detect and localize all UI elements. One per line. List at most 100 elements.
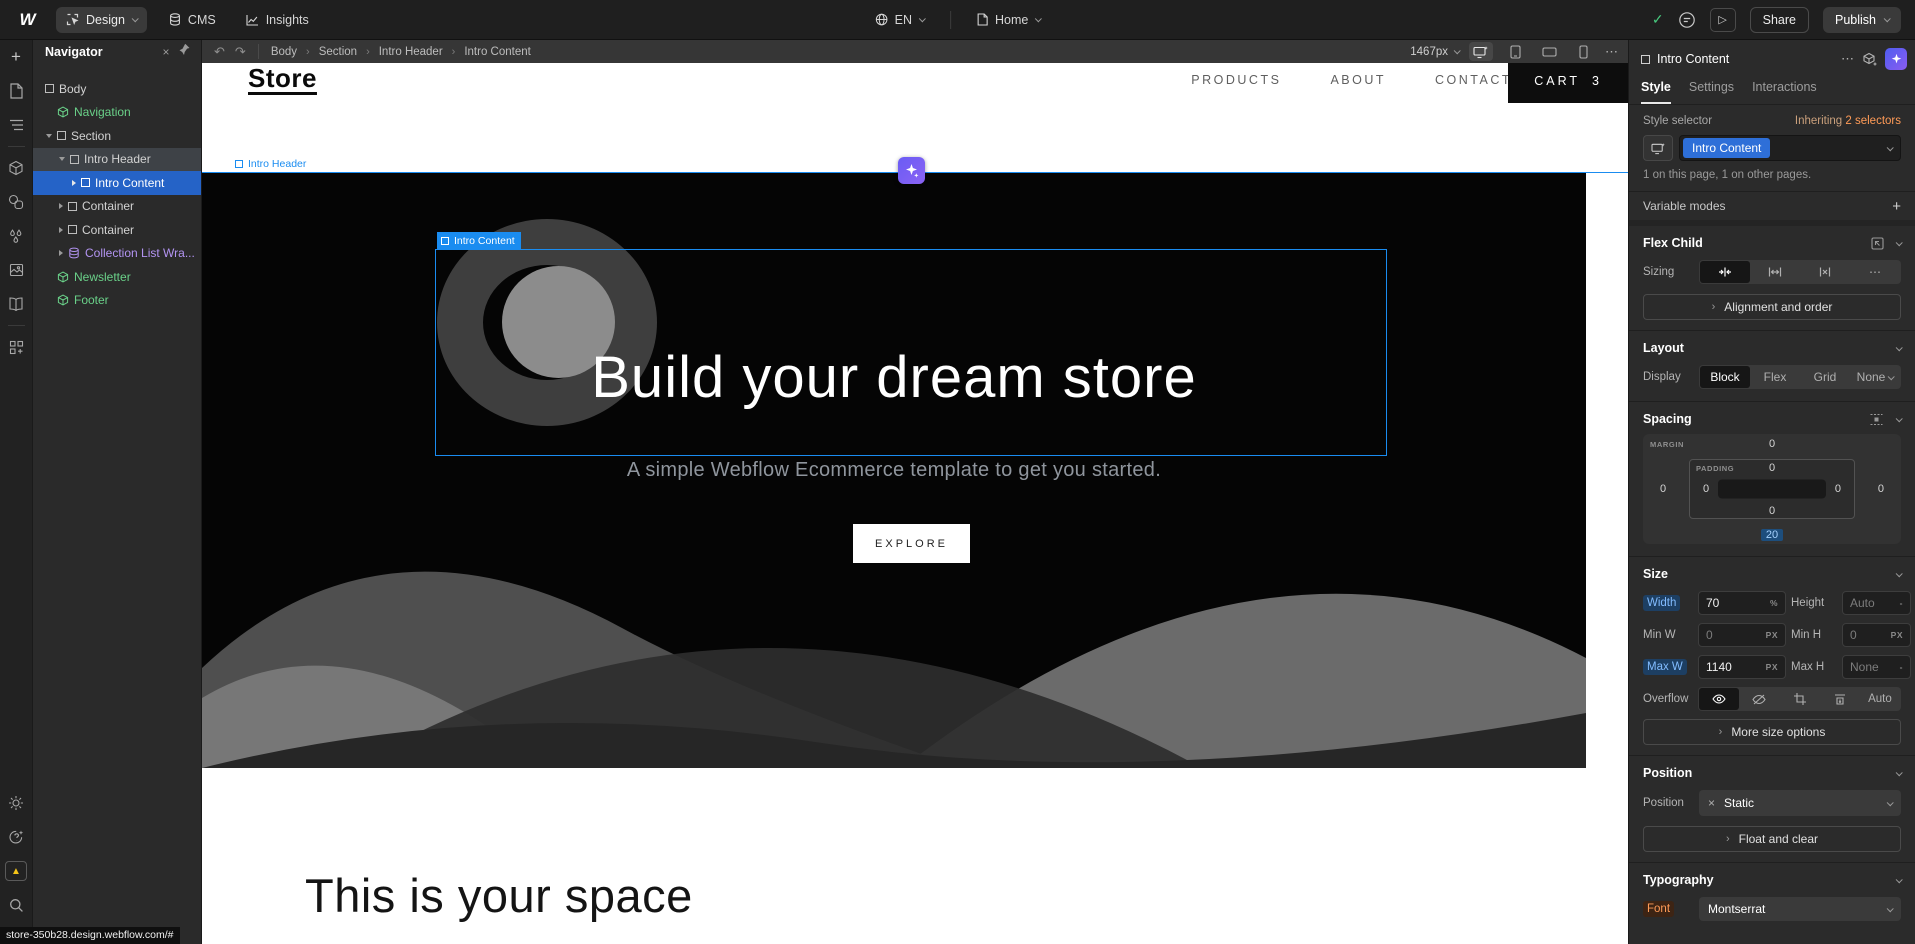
tree-item-container[interactable]: Container: [33, 218, 201, 242]
breadcrumb-intro-header[interactable]: Intro Header: [379, 46, 443, 58]
breadcrumb-section[interactable]: Section: [319, 46, 357, 58]
size-section-header[interactable]: Size: [1629, 557, 1915, 587]
element-settings-icon[interactable]: ⋯: [1841, 51, 1855, 67]
width-unit[interactable]: %: [1770, 598, 1778, 608]
tree-item-newsletter[interactable]: Newsletter: [33, 265, 201, 289]
nav-link-products[interactable]: PRODUCTS: [1191, 73, 1281, 87]
font-dropdown[interactable]: Montserrat: [1699, 897, 1901, 921]
chevron-down-icon[interactable]: [1896, 876, 1903, 883]
flex-child-section-header[interactable]: Flex Child: [1629, 226, 1915, 256]
close-icon[interactable]: ×: [157, 45, 175, 59]
intro-content-selection-badge[interactable]: Intro Content: [437, 232, 521, 249]
apps-button[interactable]: [0, 330, 33, 364]
position-dropdown[interactable]: × Static: [1699, 790, 1901, 816]
styles-button[interactable]: [0, 185, 33, 219]
display-none-option[interactable]: None: [1850, 366, 1900, 388]
sizing-more-option[interactable]: ⋯: [1850, 261, 1900, 283]
spacing-section-header[interactable]: Spacing: [1629, 402, 1915, 432]
height-input[interactable]: Auto-: [1842, 591, 1911, 615]
design-mode-menu[interactable]: Design: [56, 7, 147, 33]
help-button[interactable]: [0, 820, 33, 854]
width-input[interactable]: 70%: [1698, 591, 1786, 615]
spacing-widget[interactable]: MARGIN 0 0 0 20 PADDING 0 0 0 0: [1643, 434, 1901, 544]
intro-header-selection-badge[interactable]: Intro Header: [235, 155, 306, 172]
margin-right-value[interactable]: 0: [1878, 483, 1884, 495]
ai-assistant-button[interactable]: [1885, 48, 1907, 70]
tab-interactions[interactable]: Interactions: [1752, 80, 1817, 104]
min-height-input[interactable]: 0PX: [1842, 623, 1911, 647]
padding-left-value[interactable]: 0: [1703, 483, 1709, 495]
more-breakpoints-icon[interactable]: ⋯: [1605, 44, 1618, 60]
margin-top-value[interactable]: 0: [1643, 438, 1901, 450]
comments-icon[interactable]: [1678, 11, 1696, 29]
min-width-unit[interactable]: PX: [1766, 630, 1778, 640]
min-height-unit[interactable]: PX: [1891, 630, 1903, 640]
chevron-down-icon[interactable]: [46, 134, 52, 138]
max-width-unit[interactable]: PX: [1766, 662, 1778, 672]
navigator-button[interactable]: [0, 108, 33, 142]
float-and-clear-button[interactable]: › Float and clear: [1643, 826, 1901, 852]
inherit-arrow-icon[interactable]: [1871, 237, 1884, 250]
overflow-scroll-option[interactable]: [1779, 688, 1819, 710]
tree-item-footer[interactable]: Footer: [33, 289, 201, 313]
typography-section-header[interactable]: Typography: [1629, 863, 1915, 893]
explore-button[interactable]: EXPLORE: [853, 524, 970, 563]
sizing-shrink-option[interactable]: [1700, 261, 1750, 283]
pin-icon[interactable]: [175, 44, 193, 59]
layout-section-header[interactable]: Layout: [1629, 331, 1915, 361]
hero-subtitle[interactable]: A simple Webflow Ecommerce template to g…: [202, 459, 1586, 482]
insights-button[interactable]: Insights: [238, 7, 317, 33]
display-block-option[interactable]: Block: [1700, 366, 1750, 388]
inheriting-info[interactable]: Inheriting 2 selectors: [1795, 115, 1901, 127]
padding-right-value[interactable]: 0: [1835, 483, 1841, 495]
nav-link-about[interactable]: ABOUT: [1330, 73, 1386, 87]
add-elements-button[interactable]: +: [0, 40, 33, 74]
alignment-and-order-button[interactable]: › Alignment and order: [1643, 294, 1901, 320]
chevron-down-icon[interactable]: [1896, 344, 1903, 351]
tab-settings[interactable]: Settings: [1689, 80, 1734, 104]
libraries-button[interactable]: [0, 287, 33, 321]
overflow-auto-option[interactable]: Auto: [1860, 688, 1900, 710]
tree-item-container[interactable]: Container: [33, 195, 201, 219]
breakpoint-phone-portrait-button[interactable]: [1571, 42, 1595, 61]
chevron-right-icon[interactable]: [59, 227, 63, 233]
cms-button[interactable]: CMS: [161, 7, 224, 33]
ai-assistant-handle[interactable]: [898, 157, 925, 184]
overflow-auto-scroll-option[interactable]: [1820, 688, 1860, 710]
tree-item-body[interactable]: Body: [33, 77, 201, 101]
spacing-options-icon[interactable]: [1869, 413, 1884, 426]
chevron-down-icon[interactable]: [1896, 239, 1903, 246]
padding-top-value[interactable]: 0: [1690, 462, 1854, 474]
webflow-logo[interactable]: W: [12, 10, 42, 30]
cart-button[interactable]: CART 3: [1508, 63, 1628, 103]
display-grid-option[interactable]: Grid: [1800, 366, 1850, 388]
max-width-input[interactable]: 1140PX: [1698, 655, 1786, 679]
breadcrumb-body[interactable]: Body: [271, 46, 297, 58]
breakpoint-tablet-button[interactable]: [1503, 42, 1527, 61]
overflow-hidden-option[interactable]: [1739, 688, 1779, 710]
position-section-header[interactable]: Position: [1629, 756, 1915, 786]
padding-bottom-value[interactable]: 0: [1690, 505, 1854, 517]
breakpoint-phone-landscape-button[interactable]: [1537, 42, 1561, 61]
more-size-options-button[interactable]: › More size options: [1643, 719, 1901, 745]
settings-button[interactable]: [0, 786, 33, 820]
upgrade-button[interactable]: ▲: [0, 854, 33, 888]
display-flex-option[interactable]: Flex: [1750, 366, 1800, 388]
add-variable-mode-button[interactable]: +: [1892, 198, 1901, 215]
breakpoint-desktop-button[interactable]: [1469, 42, 1493, 61]
create-component-icon[interactable]: [1862, 51, 1878, 67]
locale-switcher[interactable]: EN: [867, 7, 932, 33]
sizing-none-option[interactable]: [1800, 261, 1850, 283]
zoom-search-button[interactable]: [0, 888, 33, 922]
sizing-grow-option[interactable]: [1750, 261, 1800, 283]
margin-left-value[interactable]: 0: [1660, 483, 1666, 495]
undo-icon[interactable]: ↶: [214, 44, 225, 60]
height-unit[interactable]: -: [1900, 598, 1903, 608]
chevron-right-icon[interactable]: [59, 250, 63, 256]
preview-button[interactable]: ▷: [1710, 8, 1736, 32]
tree-item-navigation[interactable]: Navigation: [33, 101, 201, 125]
tab-style[interactable]: Style: [1641, 80, 1671, 104]
publish-button[interactable]: Publish: [1823, 7, 1901, 33]
variables-button[interactable]: [0, 219, 33, 253]
chevron-down-icon[interactable]: [1896, 415, 1903, 422]
